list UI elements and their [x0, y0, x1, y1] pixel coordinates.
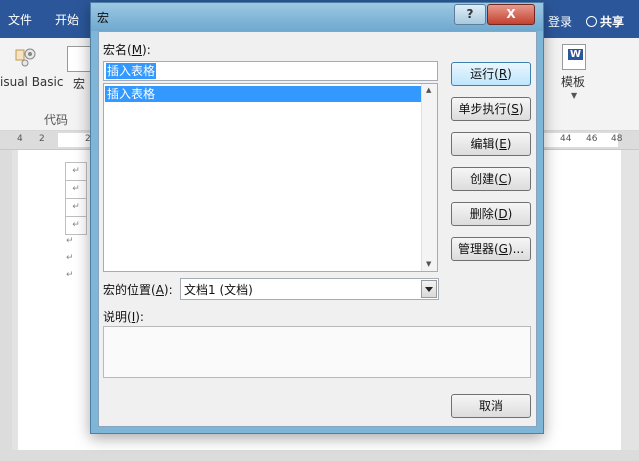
- macro-label[interactable]: 宏: [73, 75, 85, 92]
- paragraph-mark-icon: ↵: [66, 236, 74, 246]
- table-cell[interactable]: ↵: [65, 216, 87, 235]
- macros-dialog: 宏 ? X 宏名(M): 插入表格 插入表格 ▲ ▼ 运行(R) 单步执行(S)…: [90, 2, 544, 434]
- login-link[interactable]: 登录: [548, 13, 572, 30]
- macros-in-label: 宏的位置(A):: [103, 283, 173, 297]
- description-box: [103, 326, 531, 378]
- description-label: 说明(I):: [103, 310, 144, 324]
- ruler-number: 48: [611, 134, 623, 144]
- macro-list[interactable]: 插入表格 ▲ ▼: [103, 83, 438, 272]
- paragraph-mark-icon: ↵: [66, 270, 74, 280]
- share-button[interactable]: 共享: [586, 13, 624, 30]
- table-cell[interactable]: ↵: [65, 162, 87, 181]
- vertical-ruler: [0, 150, 12, 450]
- ruler-number: 46: [586, 134, 598, 144]
- share-label: 共享: [600, 15, 625, 29]
- organizer-button[interactable]: 管理器(G)...: [451, 237, 531, 261]
- list-scrollbar[interactable]: ▲ ▼: [421, 84, 437, 271]
- template-icon[interactable]: [562, 44, 586, 70]
- ruler-number: 44: [560, 134, 572, 144]
- edit-button[interactable]: 编辑(E): [451, 132, 531, 156]
- person-icon: [586, 16, 597, 27]
- ruler-number: 2: [39, 134, 45, 144]
- dialog-title: 宏: [97, 11, 110, 25]
- dialog-client: 宏名(M): 插入表格 插入表格 ▲ ▼ 运行(R) 单步执行(S) 编辑(E)…: [98, 31, 537, 427]
- visual-basic-icon[interactable]: [12, 46, 40, 68]
- dropdown-arrow-icon[interactable]: [421, 280, 437, 298]
- macros-in-value: 文档1 (文档): [184, 283, 253, 297]
- tab-home[interactable]: 开始: [55, 11, 79, 28]
- scroll-down-icon[interactable]: ▼: [426, 260, 431, 268]
- list-item[interactable]: 插入表格: [105, 86, 423, 102]
- help-button[interactable]: ?: [454, 4, 486, 25]
- close-button[interactable]: X: [487, 4, 535, 25]
- table-cell[interactable]: ↵: [65, 180, 87, 199]
- macro-name-label: 宏名(M):: [103, 43, 151, 57]
- paragraph-mark-icon: ↵: [66, 253, 74, 263]
- table-cell[interactable]: ↵: [65, 198, 87, 217]
- ruler-number: 4: [17, 134, 23, 144]
- scroll-up-icon[interactable]: ▲: [426, 86, 431, 94]
- dialog-titlebar[interactable]: 宏 ? X: [91, 3, 543, 31]
- macro-name-value: 插入表格: [106, 63, 157, 79]
- template-label[interactable]: 模板: [561, 73, 585, 90]
- create-button[interactable]: 创建(C): [451, 167, 531, 191]
- step-into-button[interactable]: 单步执行(S): [451, 97, 531, 121]
- macro-name-input[interactable]: 插入表格: [103, 61, 438, 81]
- delete-button[interactable]: 删除(D): [451, 202, 531, 226]
- cancel-button[interactable]: 取消: [451, 394, 531, 418]
- run-button[interactable]: 运行(R): [451, 62, 531, 86]
- group-code-label: 代码: [44, 113, 69, 127]
- status-strip: [0, 450, 639, 461]
- macro-icon[interactable]: [67, 46, 91, 72]
- tab-file[interactable]: 文件: [8, 11, 32, 28]
- visual-basic-label[interactable]: isual Basic: [0, 75, 63, 89]
- macros-in-select[interactable]: 文档1 (文档): [180, 278, 439, 300]
- chevron-down-icon[interactable]: ▼: [571, 91, 577, 100]
